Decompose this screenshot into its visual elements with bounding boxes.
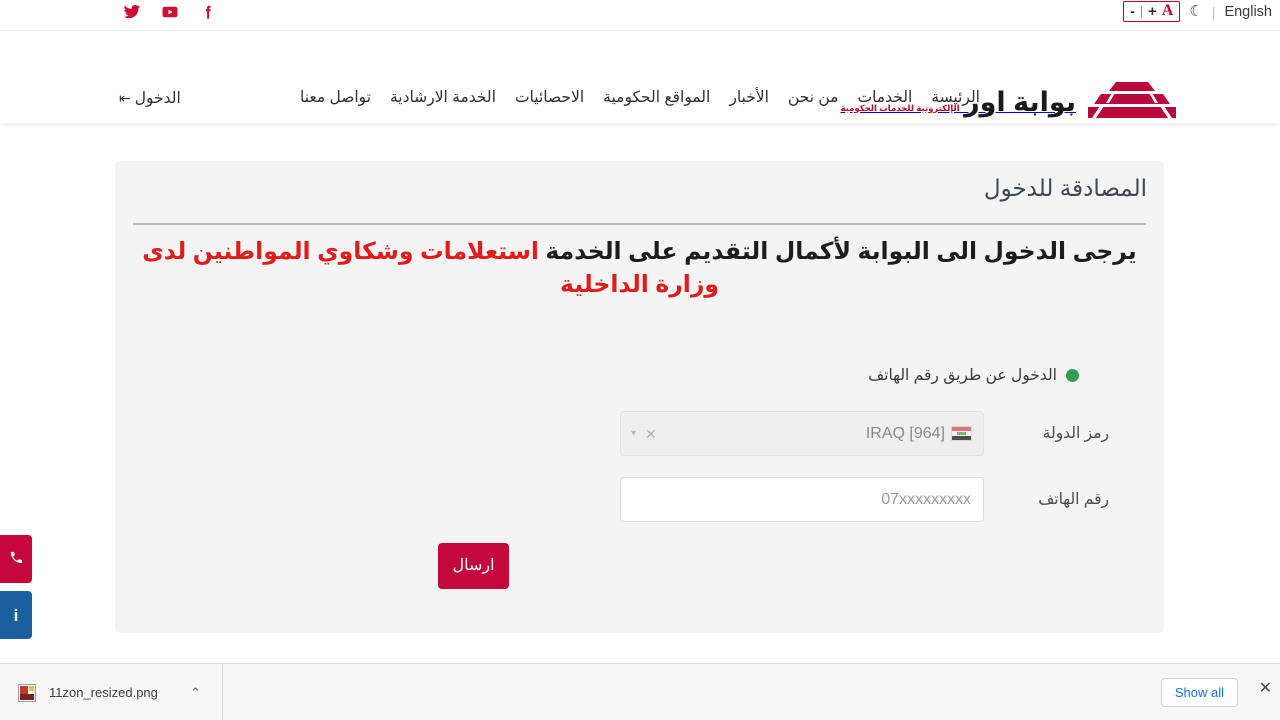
login-arrow-icon: ⇥	[119, 90, 131, 106]
radio-selected-icon	[1066, 369, 1079, 382]
browser-page: - | + A ☾ | English بوابة اور الإلكتروني…	[0, 0, 1280, 720]
clear-icon[interactable]: ✕	[645, 427, 657, 441]
nav-item-services[interactable]: الخدمات	[857, 88, 912, 107]
login-notice: يرجى الدخول الى البوابة لأكمال التقديم ع…	[133, 235, 1146, 302]
nav-item-about[interactable]: من نحن	[788, 88, 839, 107]
chevron-down-icon[interactable]: ▾	[631, 428, 636, 439]
twitter-icon	[123, 5, 141, 19]
info-icon: i	[13, 605, 19, 625]
nav-item-home[interactable]: الرئيسة	[931, 88, 980, 107]
nav-item-news[interactable]: الأخبار	[729, 88, 769, 107]
country-code-value: IRAQ [964]	[865, 424, 945, 442]
country-code-value-wrap: IRAQ [964]	[866, 425, 972, 443]
country-code-row: رمز الدولة IRAQ [964] ▾ ✕	[620, 411, 1109, 456]
nav-item-contact[interactable]: تواصل معنا	[300, 88, 371, 107]
header-login-label: الدخول	[134, 90, 181, 107]
site-header: بوابة اور الإلكترونية للخدمات الحكومية ا…	[0, 31, 1280, 123]
font-decrease-button[interactable]: -	[1130, 4, 1135, 18]
social-links	[123, 2, 217, 22]
phone-glyph-icon	[10, 551, 22, 564]
topbar-separator: |	[1211, 3, 1216, 20]
show-all-button[interactable]: Show all	[1160, 678, 1238, 707]
phone-number-row: رقم الهاتف	[620, 477, 1109, 522]
info-tab[interactable]: i	[0, 591, 32, 639]
card-divider	[133, 223, 1146, 225]
nav-item-gov-sites[interactable]: المواقع الحكومية	[603, 88, 710, 107]
phone-tab[interactable]	[0, 535, 32, 583]
card-title: المصادقة للدخول	[983, 175, 1147, 201]
download-bar: 11zon_resized.png ⌃ Show all ✕	[0, 663, 1280, 720]
facebook-link[interactable]	[199, 2, 217, 22]
phone-number-label: رقم الهاتف	[1038, 491, 1109, 508]
submit-button[interactable]: ارسال	[438, 543, 509, 589]
country-code-label: رمز الدولة	[1042, 425, 1109, 442]
youtube-icon	[162, 6, 178, 18]
header-login-link[interactable]: الدخول ⇥	[119, 89, 181, 108]
ziggurat-icon	[1088, 82, 1176, 118]
login-method-radio[interactable]: الدخول عن طريق رقم الهاتف	[868, 366, 1079, 385]
font-size-separator: |	[1139, 4, 1144, 18]
twitter-link[interactable]	[123, 2, 141, 22]
country-code-select[interactable]: IRAQ [964] ▾ ✕	[620, 411, 984, 456]
main-navigation: الرئيسة الخدمات من نحن الأخبار المواقع ا…	[300, 88, 980, 107]
font-size-control[interactable]: - | + A	[1123, 1, 1181, 22]
country-code-controls: ▾ ✕	[631, 427, 657, 441]
youtube-link[interactable]	[161, 2, 179, 22]
chevron-up-icon[interactable]: ⌃	[190, 685, 201, 701]
png-file-icon	[18, 683, 36, 702]
nav-item-guidance[interactable]: الخدمة الارشادية	[390, 88, 496, 107]
font-increase-button[interactable]: +	[1148, 4, 1157, 19]
facebook-icon	[205, 5, 211, 19]
notice-text: يرجى الدخول الى البوابة لأكمال التقديم ع…	[538, 238, 1137, 264]
language-switch-link[interactable]: English	[1224, 4, 1272, 20]
login-card: المصادقة للدخول يرجى الدخول الى البوابة …	[115, 161, 1164, 633]
download-file-name: 11zon_resized.png	[49, 685, 158, 700]
top-utility-bar: - | + A ☾ | English	[0, 0, 1280, 31]
top-right-controls: - | + A ☾ | English	[1123, 1, 1272, 22]
close-icon[interactable]: ✕	[1259, 681, 1272, 697]
phone-icon	[9, 550, 24, 568]
floating-side-tabs: i	[0, 535, 32, 647]
nav-item-statistics[interactable]: الاحصائيات	[515, 88, 584, 107]
logo-title: بوابة اور	[964, 86, 1076, 117]
dark-mode-icon[interactable]: ☾	[1189, 4, 1202, 19]
iraq-flag-icon	[951, 426, 972, 441]
radio-label: الدخول عن طريق رقم الهاتف	[868, 367, 1057, 384]
phone-number-input[interactable]	[620, 477, 984, 522]
download-item[interactable]: 11zon_resized.png ⌃	[0, 664, 223, 720]
font-size-letter: A	[1161, 2, 1174, 19]
